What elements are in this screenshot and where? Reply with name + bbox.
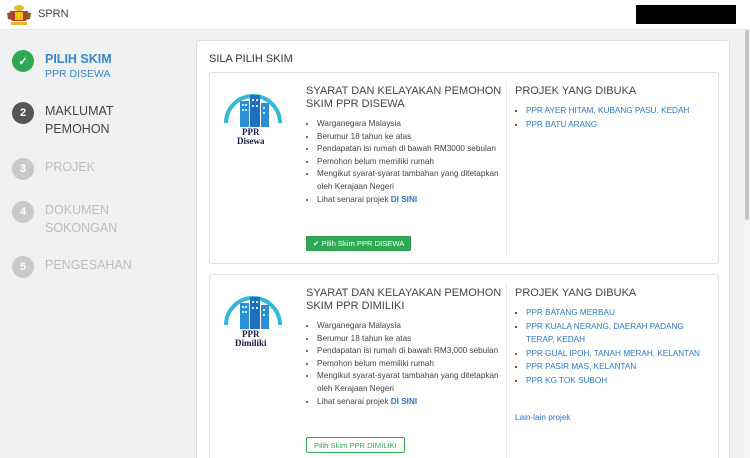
top-bar: SPRN xyxy=(0,0,750,30)
requirements-title: SYARAT DAN KELAYAKAN PEMOHON SKIM PPR DI… xyxy=(306,287,502,312)
scrollbar-thumb[interactable] xyxy=(745,30,749,220)
requirements-list: Warganegara Malaysia Berumur 18 tahun ke… xyxy=(317,118,507,206)
step-sidebar: ✓ PILIH SKIM PPR DISEWA 2 MAKLUMAT PEMOH… xyxy=(0,30,190,458)
ppr-disewa-logo: PPR Disewa xyxy=(224,94,282,145)
list-item: Warganegara Malaysia xyxy=(317,320,507,333)
projects-title: PROJEK YANG DIBUKA xyxy=(515,85,637,97)
list-link-prefix: Lihat senarai projek xyxy=(317,396,389,406)
column-divider xyxy=(506,283,507,458)
project-link[interactable]: PPR BATU ARANG xyxy=(526,118,711,132)
list-item: Pemohon belum memiliki rumah xyxy=(317,156,507,169)
step-title: DOKUMEN xyxy=(45,203,109,217)
panel-title: SILA PILIH SKIM xyxy=(209,53,293,65)
select-ppr-dimiliki-button[interactable]: Pilih Skim PPR DIMILIKI xyxy=(306,437,405,453)
projects-title: PROJEK YANG DIBUKA xyxy=(515,287,637,299)
list-item: Mengikut syarat-syarat tambahan yang dit… xyxy=(317,168,507,193)
logo-text-name: Dimiliki xyxy=(235,338,267,347)
step-title: PILIH SKIM xyxy=(45,52,112,66)
list-item: Pendapatan isi rumah di bawah RM3,000 se… xyxy=(317,345,507,358)
coat-of-arms-logo[interactable] xyxy=(6,3,32,27)
user-menu[interactable] xyxy=(636,5,736,24)
list-item: Berumur 18 tahun ke atas xyxy=(317,131,507,144)
list-item: Lihat senarai projek DI SINI xyxy=(317,194,507,207)
logo-text-name: Disewa xyxy=(237,136,265,145)
step-number: 2 xyxy=(12,102,34,124)
di-sini-link[interactable]: DI SINI xyxy=(391,397,417,406)
project-link[interactable]: PPR GUAL IPOH, TANAH MERAH, KELANTAN xyxy=(526,347,711,361)
step-number: 5 xyxy=(12,256,34,278)
project-link[interactable]: PPR BATANG MERBAU xyxy=(526,306,711,320)
list-item: Mengikut syarat-syarat tambahan yang dit… xyxy=(317,370,507,395)
list-item: Pemohon belum memiliki rumah xyxy=(317,358,507,371)
check-icon: ✓ xyxy=(12,50,34,72)
select-ppr-disewa-button[interactable]: ✔ Pilih Skim PPR DISEWA xyxy=(306,236,412,251)
scheme-card-dimiliki: PPR Dimiliki SYARAT DAN KELAYAKAN PEMOHO… xyxy=(209,274,719,458)
requirements-title: SYARAT DAN KELAYAKAN PEMOHON SKIM PPR DI… xyxy=(306,85,502,110)
ppr-dimiliki-logo: PPR Dimiliki xyxy=(224,296,282,347)
di-sini-link[interactable]: DI SINI xyxy=(391,195,417,204)
step-title-line2: PEMOHON xyxy=(45,122,110,136)
other-projects-link[interactable]: Lain-lain projek xyxy=(515,413,571,422)
scheme-card-disewa: PPR Disewa SYARAT DAN KELAYAKAN PEMOHON … xyxy=(209,72,719,264)
list-link-prefix: Lihat senarai projek xyxy=(317,194,389,204)
list-item: Warganegara Malaysia xyxy=(317,118,507,131)
app-title: SPRN xyxy=(38,8,69,20)
step-subtitle: PPR DISEWA xyxy=(45,68,111,80)
list-item: Lihat senarai projek DI SINI xyxy=(317,396,507,409)
step-number: 4 xyxy=(12,201,34,223)
step-title: PENGESAHAN xyxy=(45,258,132,272)
scheme-panel: SILA PILIH SKIM PPR Disewa SYARAT DAN KE… xyxy=(196,40,730,458)
step-title: MAKLUMAT xyxy=(45,104,114,118)
column-divider xyxy=(506,81,507,257)
requirements-list: Warganegara Malaysia Berumur 18 tahun ke… xyxy=(317,320,507,408)
page-scrollbar[interactable] xyxy=(744,30,750,458)
project-link[interactable]: PPR KUALA NERANG, DAERAH PADANG TERAP, K… xyxy=(526,320,711,347)
step-number: 3 xyxy=(12,158,34,180)
step-title: PROJEK xyxy=(45,160,96,174)
list-item: Pendapatan isi rumah di bawah RM3000 seb… xyxy=(317,143,507,156)
list-item: Berumur 18 tahun ke atas xyxy=(317,333,507,346)
projects-list: PPR AYER HITAM, KUBANG PASU, KEDAH PPR B… xyxy=(526,104,711,131)
projects-list: PPR BATANG MERBAU PPR KUALA NERANG, DAER… xyxy=(526,306,711,388)
step-title-line2: SOKONGAN xyxy=(45,221,118,235)
project-link[interactable]: PPR PASIR MAS, KELANTAN xyxy=(526,360,711,374)
project-link[interactable]: PPR AYER HITAM, KUBANG PASU, KEDAH xyxy=(526,104,711,118)
project-link[interactable]: PPR KG TOK SUBOH xyxy=(526,374,711,388)
